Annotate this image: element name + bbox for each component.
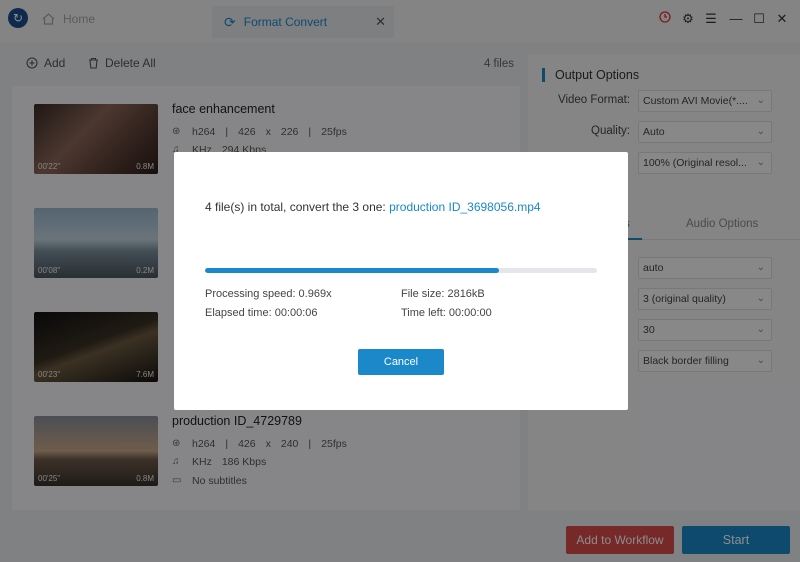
progress-message: 4 file(s) in total, convert the 3 one: p… [205, 200, 541, 214]
progress-bar [205, 268, 597, 273]
time-left: Time left: 00:00:00 [401, 307, 492, 319]
elapsed-time: Elapsed time: 00:00:06 [205, 307, 318, 319]
current-file-name: production ID_3698056.mp4 [389, 200, 541, 214]
processing-speed: Processing speed: 0.969x [205, 288, 332, 300]
progress-fill [205, 268, 499, 273]
file-size: File size: 2816kB [401, 288, 485, 300]
cancel-button[interactable]: Cancel [358, 349, 444, 375]
conversion-progress-dialog: 4 file(s) in total, convert the 3 one: p… [174, 152, 628, 410]
progress-message-text: 4 file(s) in total, convert the 3 one: [205, 200, 386, 214]
